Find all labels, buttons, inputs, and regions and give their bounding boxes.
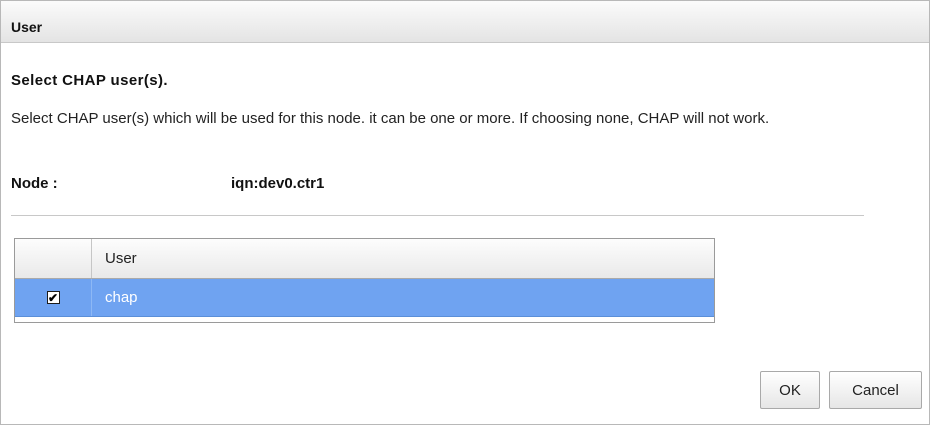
row-user-cell: chap: [105, 289, 138, 306]
dialog-titlebar: User: [1, 1, 929, 43]
divider: [11, 215, 864, 216]
row-check-cell: ✔: [15, 279, 92, 316]
section-heading: Select CHAP user(s).: [11, 72, 168, 89]
row-checkbox[interactable]: ✔: [46, 291, 60, 304]
header-check-column: [15, 239, 92, 278]
ok-button[interactable]: OK: [760, 371, 820, 409]
chap-user-dialog: User Select CHAP user(s). Select CHAP us…: [0, 0, 930, 425]
node-value: iqn:dev0.ctr1: [231, 175, 325, 192]
header-user-column[interactable]: User: [92, 239, 714, 278]
description-text: Select CHAP user(s) which will be used f…: [11, 110, 770, 127]
cancel-button[interactable]: Cancel: [829, 371, 922, 409]
node-label: Node :: [11, 175, 58, 192]
user-grid: User ✔ chap: [14, 238, 715, 323]
table-row[interactable]: ✔ chap: [15, 279, 714, 317]
dialog-title: User: [11, 19, 43, 35]
grid-header: User: [15, 239, 714, 279]
